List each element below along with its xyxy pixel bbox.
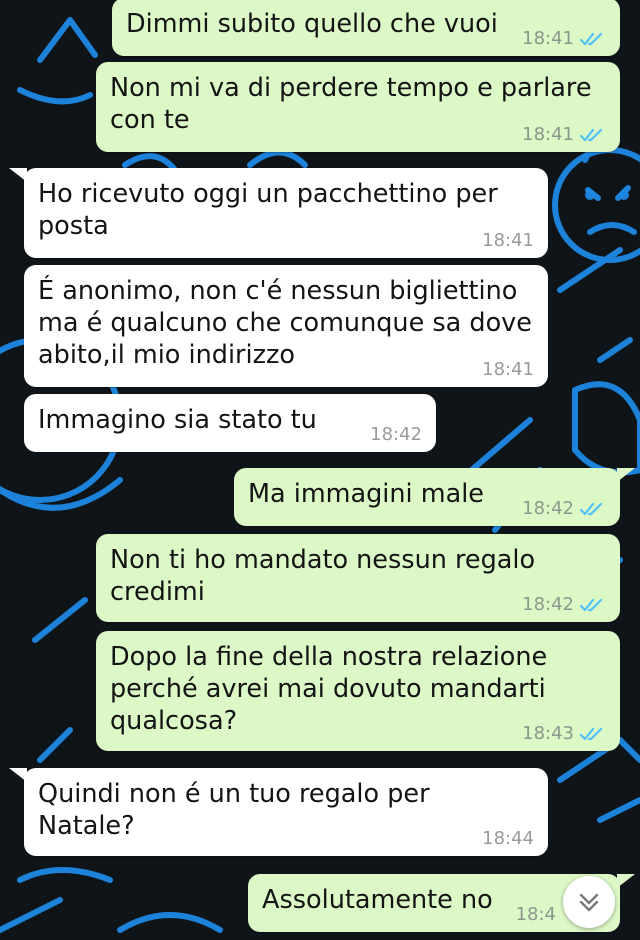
message-time: 18:42 xyxy=(370,424,422,445)
message-meta: 18:41 xyxy=(522,124,606,146)
message-time: 18:44 xyxy=(482,828,534,849)
double-check-icon xyxy=(580,128,603,142)
message-time: 18:41 xyxy=(522,28,574,49)
message-outgoing[interactable]: Dopo la fine della nostra relazione perc… xyxy=(96,631,620,751)
message-meta: 18:43 xyxy=(522,723,606,745)
message-meta: 18:42 xyxy=(522,498,606,520)
message-incoming[interactable]: Immagino sia stato tu 18:42 xyxy=(24,394,436,452)
message-incoming[interactable]: É anonimo, non c'é nessun bigliettino ma… xyxy=(24,265,548,387)
double-check-icon xyxy=(580,32,603,46)
message-outgoing[interactable]: Non ti ho mandato nessun regalo credimi … xyxy=(96,534,620,622)
double-check-icon xyxy=(580,502,603,516)
message-meta: 18:44 xyxy=(482,828,534,850)
message-time: 18:41 xyxy=(522,124,574,145)
scroll-to-bottom-button[interactable] xyxy=(563,876,615,928)
message-outgoing[interactable]: Non mi va di perdere tempo e parlare con… xyxy=(96,62,620,152)
double-check-icon xyxy=(580,598,603,612)
message-outgoing[interactable]: Ma immagini male 18:42 xyxy=(234,468,620,526)
message-time: 18:41 xyxy=(482,359,534,380)
message-meta: 18:41 xyxy=(522,28,606,50)
message-outgoing[interactable]: Dimmi subito quello che vuoi 18:41 xyxy=(112,0,620,56)
message-meta: 18:41 xyxy=(482,359,534,381)
message-meta: 18:42 xyxy=(370,424,422,446)
double-check-icon xyxy=(580,727,603,741)
message-time: 18:43 xyxy=(522,723,574,744)
message-incoming[interactable]: Ho ricevuto oggi un pacchettino per post… xyxy=(24,168,548,258)
chat-conversation: Dimmi subito quello che vuoi 18:41 Non m… xyxy=(0,0,640,940)
message-meta: 18:4 xyxy=(516,904,556,926)
message-meta: 18:41 xyxy=(482,230,534,252)
message-text: Quindi non é un tuo regalo per Natale? xyxy=(38,779,438,841)
message-text: Ho ricevuto oggi un pacchettino per post… xyxy=(38,179,506,241)
message-incoming[interactable]: Quindi non é un tuo regalo per Natale? 1… xyxy=(24,768,548,856)
message-time: 18:42 xyxy=(522,498,574,519)
message-meta: 18:42 xyxy=(522,594,606,616)
double-chevron-down-icon xyxy=(579,893,599,912)
message-time: 18:41 xyxy=(482,230,534,251)
message-time: 18:4 xyxy=(515,904,556,925)
message-time: 18:42 xyxy=(522,594,574,615)
message-text: É anonimo, non c'é nessun bigliettino ma… xyxy=(38,276,541,370)
message-text: Immagino sia stato tu xyxy=(38,405,317,435)
